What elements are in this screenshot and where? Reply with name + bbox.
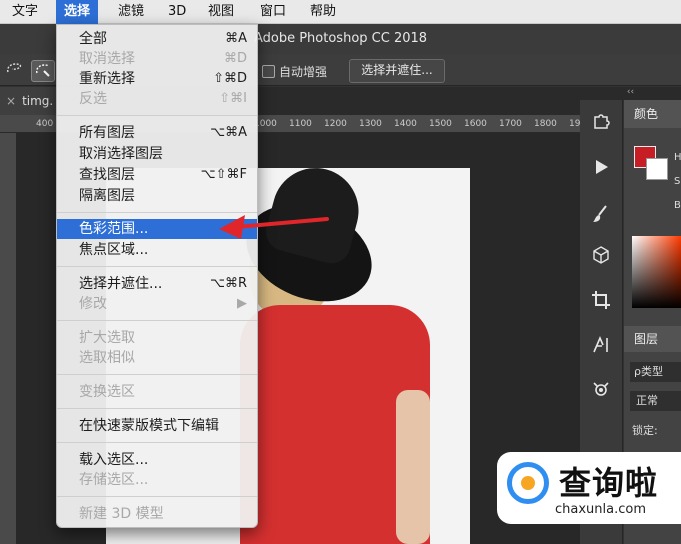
- lock-label: 锁定:: [632, 424, 658, 437]
- saturation-label: S: [674, 176, 681, 187]
- lasso-mode-icon[interactable]: [3, 60, 25, 80]
- menu-separator: [57, 408, 257, 409]
- menu-item-load-selection[interactable]: 载入选区...: [57, 450, 257, 470]
- ruler-tick: 1800: [534, 119, 557, 129]
- tab-layers[interactable]: 图层: [624, 326, 681, 352]
- watermark-text: 查询啦: [559, 464, 659, 502]
- photo-arm: [396, 390, 430, 544]
- menu-separator: [57, 266, 257, 267]
- menu-bar: 文字 选择 滤镜 3D 视图 窗口 帮助: [0, 0, 681, 24]
- brush-settings-icon[interactable]: [588, 204, 614, 230]
- panel-collapse-toggle[interactable]: ‹‹: [580, 87, 681, 100]
- chaxunla-logo-icon: [507, 462, 549, 504]
- menu-separator: [57, 442, 257, 443]
- menu-item-transform-selection[interactable]: 变换选区: [57, 382, 257, 402]
- menu-item-similar[interactable]: 选取相似: [57, 348, 257, 368]
- watermark-url: chaxunla.com: [555, 502, 646, 517]
- layer-kind-filter[interactable]: ρ类型: [630, 362, 681, 382]
- vertical-ruler: [0, 133, 16, 544]
- background-color-swatch[interactable]: [646, 158, 668, 180]
- select-menu-dropdown: 全部 ⌘A 取消选择 ⌘D 重新选择 ⇧⌘D 反选 ⇧⌘I 所有图层 ⌥⌘A 取消选择图层…: [56, 24, 258, 528]
- menu-item-new-3d-model[interactable]: 新建 3D 模型: [57, 504, 257, 524]
- menu-item-deselect-layers[interactable]: 取消选择图层: [57, 144, 257, 164]
- ruler-tick: 1300: [359, 119, 382, 129]
- ruler-tick: 1200: [324, 119, 347, 129]
- ruler-tick: 1500: [429, 119, 452, 129]
- adjustments-icon[interactable]: [588, 380, 614, 406]
- checkbox-icon: [262, 65, 275, 78]
- menu-item-inverse[interactable]: 反选 ⇧⌘I: [57, 89, 257, 109]
- 3d-cube-icon[interactable]: [588, 245, 614, 271]
- menu-item-all-layers[interactable]: 所有图层 ⌥⌘A: [57, 123, 257, 143]
- document-name: timg.: [22, 94, 54, 108]
- ruler-tick: 1700: [499, 119, 522, 129]
- blend-mode-select[interactable]: 正常: [630, 391, 681, 411]
- submenu-arrow-icon: ▶: [237, 296, 247, 311]
- menu-separator: [57, 320, 257, 321]
- crop-icon[interactable]: [588, 290, 614, 316]
- ruler-tick: 1400: [394, 119, 417, 129]
- menu-item-reselect[interactable]: 重新选择 ⇧⌘D: [57, 69, 257, 89]
- menu-view[interactable]: 视图: [200, 0, 242, 24]
- hue-label: H: [674, 152, 681, 163]
- color-spectrum[interactable]: [632, 236, 681, 308]
- ruler-tick: 1100: [289, 119, 312, 129]
- menu-filter[interactable]: 滤镜: [110, 0, 152, 24]
- menu-window[interactable]: 窗口: [252, 0, 294, 24]
- character-panel-icon[interactable]: [588, 335, 614, 361]
- watermark: 查询啦 chaxunla.com: [497, 452, 681, 524]
- menu-item-grow[interactable]: 扩大选取: [57, 328, 257, 348]
- menu-item-find-layers[interactable]: 查找图层 ⌥⇧⌘F: [57, 165, 257, 185]
- auto-enhance-checkbox[interactable]: 自动增强: [262, 63, 327, 80]
- menu-separator: [57, 374, 257, 375]
- menu-item-all[interactable]: 全部 ⌘A: [57, 29, 257, 49]
- menu-select[interactable]: 选择: [56, 0, 99, 24]
- menu-item-isolate-layers[interactable]: 隔离图层: [57, 186, 257, 206]
- ruler-tick: 1600: [464, 119, 487, 129]
- menu-item-save-selection[interactable]: 存储选区...: [57, 470, 257, 490]
- menu-item-modify[interactable]: 修改 ▶: [57, 294, 257, 314]
- brightness-label: B: [674, 200, 681, 211]
- puzzle-icon[interactable]: [588, 110, 614, 136]
- menu-item-quick-mask[interactable]: 在快速蒙版模式下编辑: [57, 416, 257, 436]
- ruler-tick: 400: [36, 119, 54, 129]
- tab-color[interactable]: 颜色: [624, 100, 681, 128]
- auto-enhance-label: 自动增强: [279, 65, 328, 79]
- menu-item-select-and-mask[interactable]: 选择并遮住... ⌥⌘R: [57, 274, 257, 294]
- play-icon[interactable]: [588, 158, 614, 184]
- close-tab-icon[interactable]: ×: [6, 94, 16, 108]
- menu-item-deselect[interactable]: 取消选择 ⌘D: [57, 49, 257, 69]
- menu-separator: [57, 115, 257, 116]
- annotation-arrow-icon: [219, 215, 329, 239]
- quick-select-mode-icon[interactable]: [31, 60, 55, 82]
- select-and-mask-button[interactable]: 选择并遮住...: [349, 59, 445, 83]
- menu-text[interactable]: 文字: [4, 0, 46, 24]
- menu-3d[interactable]: 3D: [160, 0, 194, 24]
- menu-separator: [57, 496, 257, 497]
- menu-help[interactable]: 帮助: [302, 0, 344, 24]
